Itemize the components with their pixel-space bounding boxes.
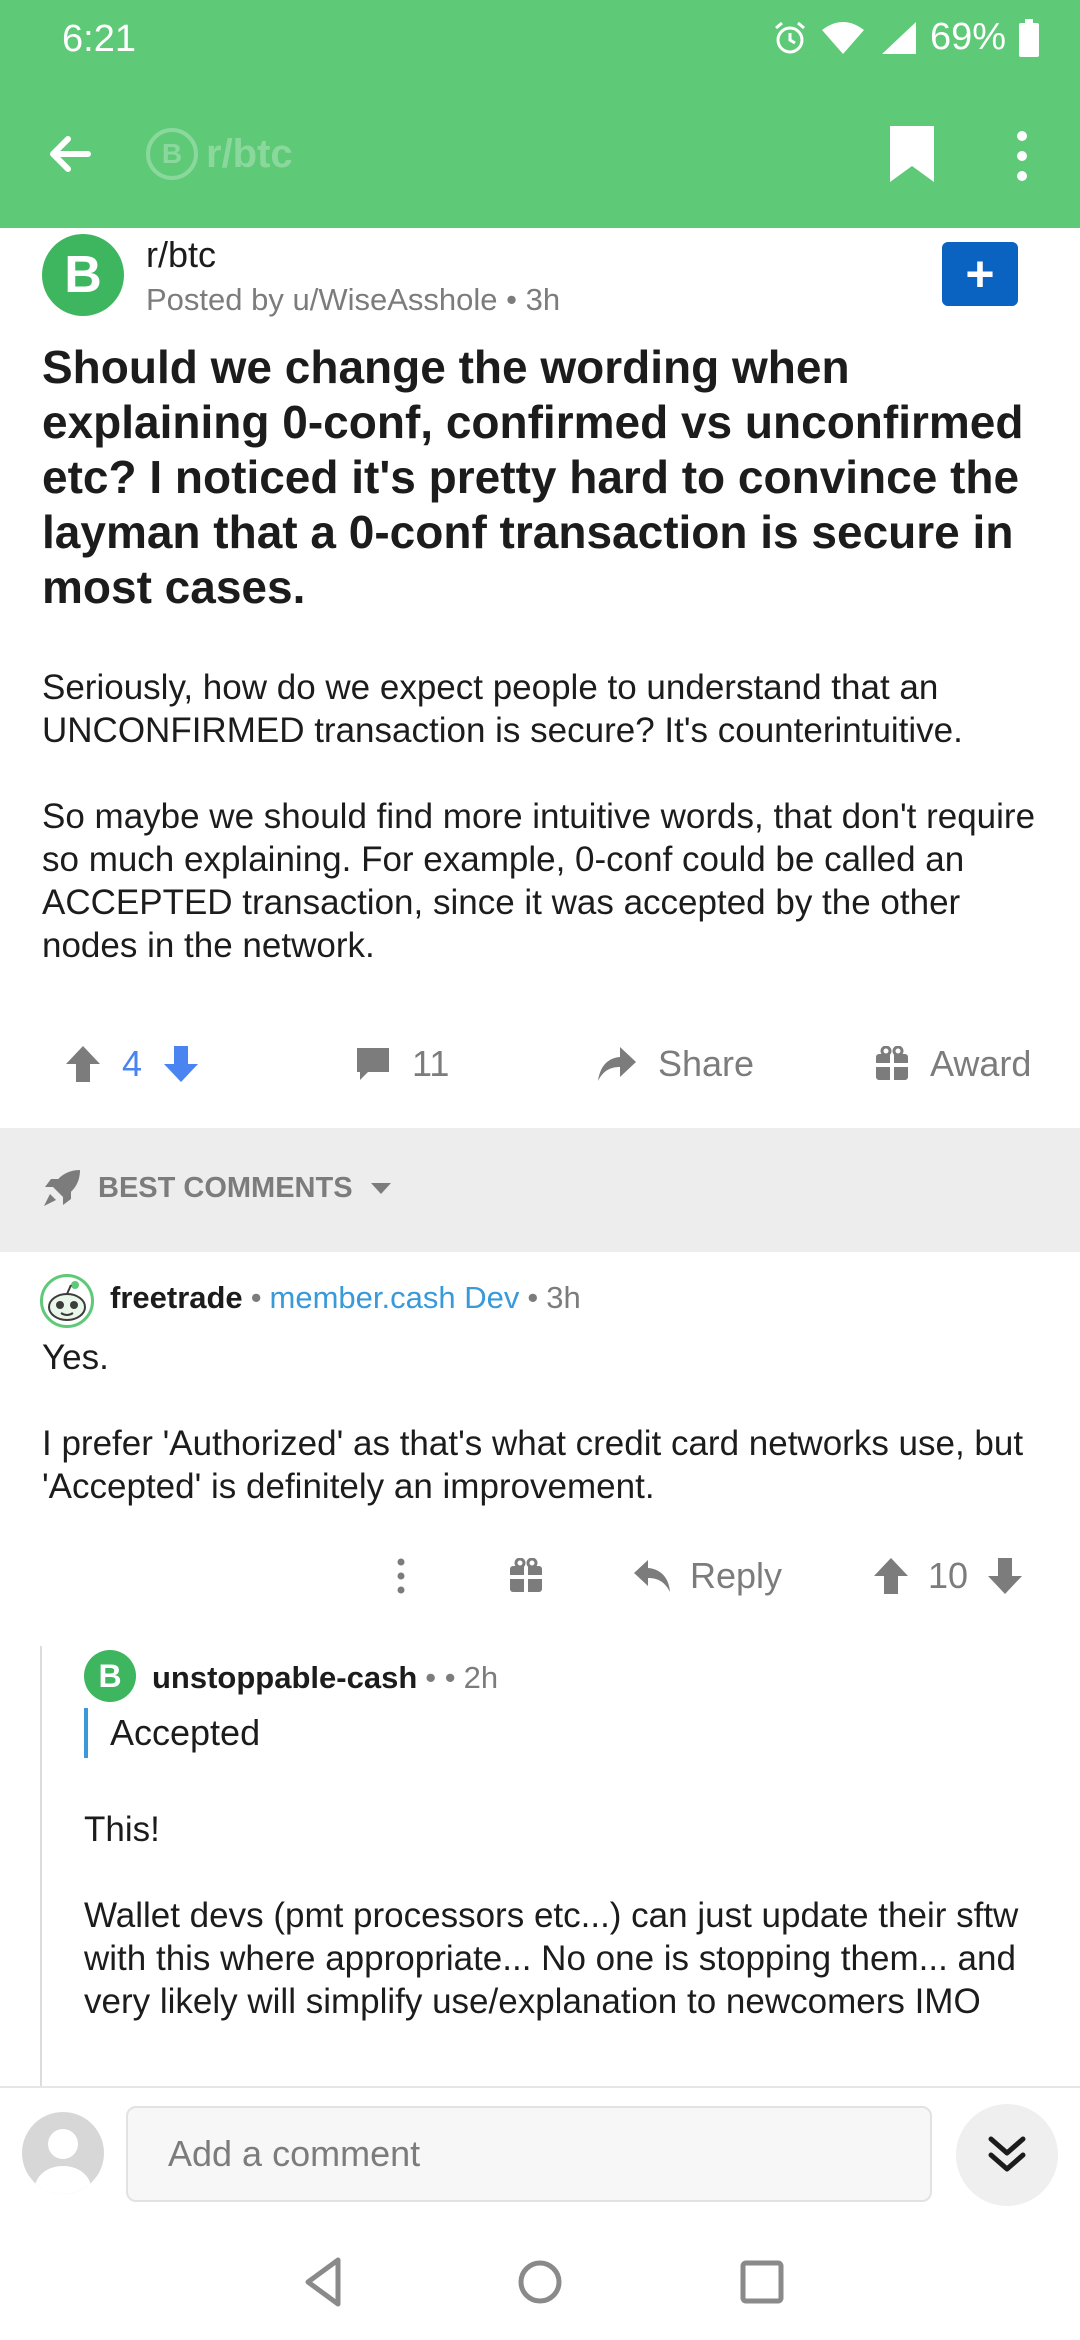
nav-home-icon[interactable] bbox=[510, 2252, 570, 2312]
comment-count: 11 bbox=[412, 1043, 450, 1084]
separator-dot: • bbox=[250, 1280, 262, 1315]
status-icons: 69% bbox=[772, 16, 1040, 59]
system-nav-bar bbox=[0, 2226, 1080, 2340]
comment-score: 10 bbox=[928, 1555, 969, 1596]
appbar-subreddit-name: r/btc bbox=[206, 131, 293, 176]
upvote-icon[interactable] bbox=[64, 1044, 102, 1084]
comments-button[interactable]: 11 bbox=[354, 1036, 449, 1092]
comment-paragraph: Yes. bbox=[42, 1338, 109, 1377]
more-vertical-icon bbox=[397, 1558, 405, 1594]
status-bar: 6:21 69% bbox=[0, 0, 1080, 80]
alarm-icon bbox=[774, 21, 805, 53]
comment-more-button[interactable] bbox=[388, 1548, 414, 1604]
comment-quote: Accepted bbox=[84, 1708, 260, 1758]
battery-percent: 69% bbox=[929, 16, 1006, 58]
comment-age: 3h bbox=[546, 1280, 581, 1315]
battery-icon bbox=[1019, 18, 1039, 57]
share-label: Share bbox=[658, 1043, 755, 1084]
bitcoin-icon: B bbox=[146, 128, 198, 180]
thread-line[interactable] bbox=[40, 1646, 42, 2086]
rocket-icon bbox=[44, 1170, 80, 1206]
upvote-icon[interactable] bbox=[872, 1556, 910, 1596]
comment-body: This! Wallet devs (pmt processors etc...… bbox=[84, 1808, 1024, 2066]
share-icon bbox=[598, 1047, 636, 1081]
add-comment-input[interactable]: Add a comment bbox=[126, 2106, 932, 2202]
award-icon bbox=[876, 1046, 908, 1080]
user-avatar[interactable] bbox=[22, 2112, 104, 2194]
comment-actions: Reply 10 bbox=[0, 1548, 1080, 1604]
app-header: 6:21 69% B r/btc bbox=[0, 0, 1080, 228]
share-button[interactable]: Share bbox=[596, 1036, 754, 1092]
comment-header: freetrade • member.cash Dev • 3h bbox=[110, 1280, 581, 1316]
comment-award-button[interactable] bbox=[508, 1548, 544, 1604]
comment-age: 2h bbox=[463, 1660, 499, 1695]
bookmark-icon[interactable] bbox=[884, 122, 940, 186]
post-paragraph: So maybe we should find more intuitive w… bbox=[42, 797, 1036, 965]
downvote-icon[interactable] bbox=[986, 1556, 1024, 1596]
comment-icon bbox=[357, 1048, 389, 1080]
signal-icon bbox=[881, 21, 916, 54]
double-chevron-down-icon bbox=[988, 2136, 1026, 2172]
comment-username[interactable]: unstoppable-cash bbox=[152, 1660, 417, 1696]
comment-paragraph: This! bbox=[84, 1810, 160, 1849]
more-vertical-icon[interactable] bbox=[1006, 124, 1038, 188]
reply-label: Reply bbox=[690, 1555, 783, 1596]
nav-back-icon[interactable] bbox=[294, 2252, 354, 2312]
award-label: Award bbox=[930, 1043, 1032, 1084]
sort-label: BEST COMMENTS bbox=[98, 1171, 353, 1204]
post-meta[interactable]: Posted by u/WiseAsshole • 3h bbox=[146, 282, 560, 318]
subreddit-avatar[interactable]: B bbox=[42, 234, 124, 316]
snoo-avatar-icon bbox=[48, 1281, 86, 1321]
app-bar: B r/btc bbox=[0, 110, 1080, 198]
comment-paragraph: Wallet devs (pmt processors etc...) can … bbox=[84, 1896, 1019, 2021]
join-button[interactable]: + bbox=[942, 242, 1018, 306]
downvote-icon[interactable] bbox=[162, 1044, 200, 1084]
post-actions: 4 11 Share Award bbox=[0, 1036, 1080, 1092]
reply-button[interactable]: Reply bbox=[632, 1548, 782, 1604]
comment-body: Yes. I prefer 'Authorized' as that's wha… bbox=[42, 1336, 1042, 1551]
post-title: Should we change the wording when explai… bbox=[42, 341, 1024, 613]
comment-composer: Add a comment bbox=[0, 2086, 1080, 2226]
post-score: 4 bbox=[122, 1043, 143, 1084]
comment-header: unstoppable-cash • • 2h bbox=[152, 1660, 498, 1696]
separator-dot: • bbox=[527, 1280, 539, 1315]
comment-username[interactable]: freetrade bbox=[110, 1280, 243, 1316]
post-body: Seriously, how do we expect people to un… bbox=[42, 666, 1042, 1010]
jump-to-next-button[interactable] bbox=[956, 2104, 1058, 2206]
chevron-down-icon bbox=[370, 1183, 391, 1194]
commenter-avatar[interactable] bbox=[40, 1274, 94, 1328]
commenter-avatar[interactable]: B bbox=[84, 1650, 136, 1702]
sort-selector[interactable]: BEST COMMENTS bbox=[42, 1168, 393, 1208]
vote-group: 4 bbox=[64, 1036, 200, 1092]
nav-recents-icon[interactable] bbox=[732, 2252, 792, 2312]
comment-vote-group: 10 bbox=[872, 1548, 1024, 1604]
comment-paragraph: I prefer 'Authorized' as that's what cre… bbox=[42, 1424, 1024, 1506]
post-subreddit[interactable]: r/btc bbox=[146, 234, 216, 276]
user-flair: member.cash Dev bbox=[269, 1280, 520, 1315]
award-icon bbox=[510, 1558, 542, 1592]
reply-icon bbox=[634, 1560, 670, 1592]
comment-sort-bar: BEST COMMENTS bbox=[0, 1128, 1080, 1252]
appbar-subreddit: B r/btc bbox=[146, 128, 293, 180]
back-arrow-icon[interactable] bbox=[40, 124, 100, 184]
wifi-icon bbox=[821, 21, 864, 54]
award-button[interactable]: Award bbox=[874, 1036, 1031, 1092]
user-avatar-icon bbox=[35, 2129, 91, 2194]
status-time: 6:21 bbox=[62, 18, 136, 60]
post-paragraph: Seriously, how do we expect people to un… bbox=[42, 668, 963, 750]
separator-dot: • • bbox=[425, 1660, 456, 1695]
